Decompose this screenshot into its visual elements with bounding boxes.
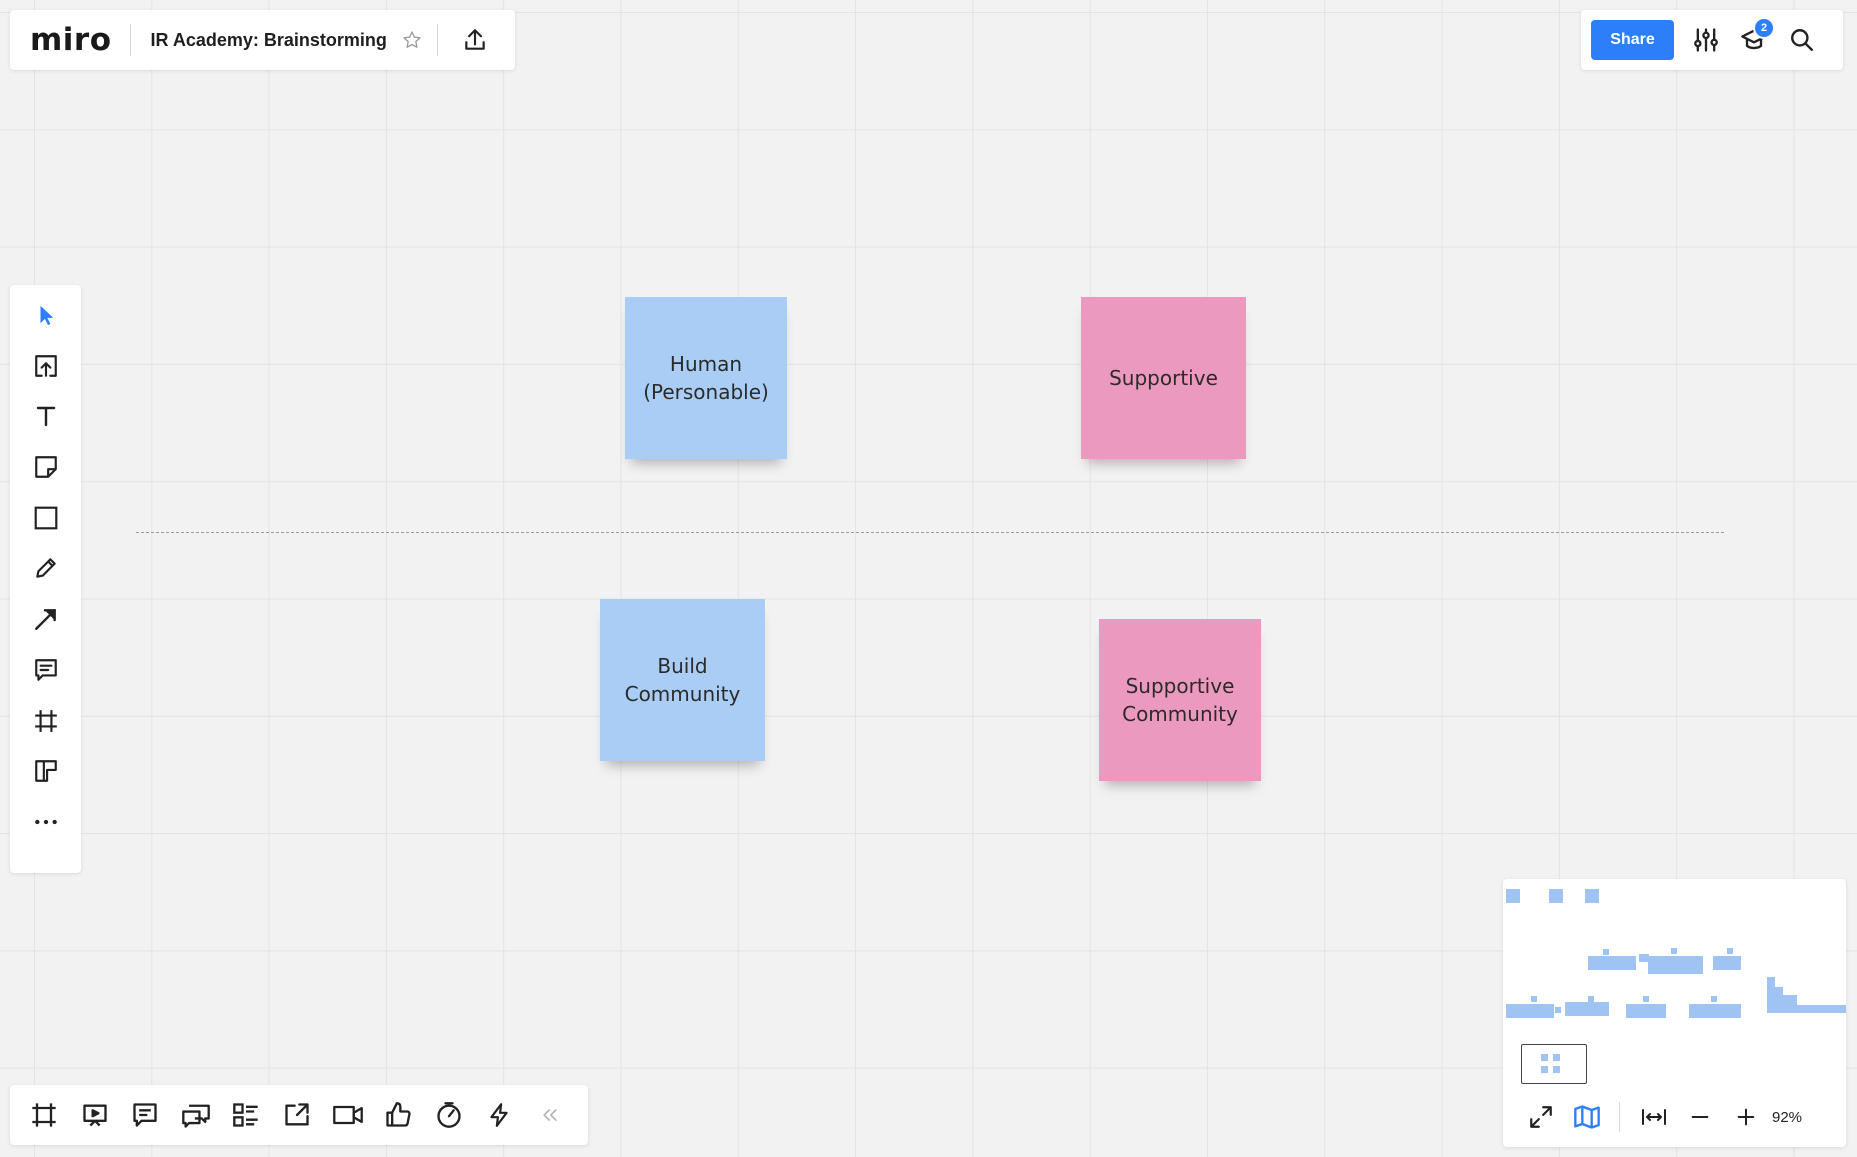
- collaboration-toolbar: [10, 1085, 588, 1145]
- sticky-note[interactable]: Supportive: [1081, 297, 1246, 459]
- frames-icon[interactable]: [24, 1095, 64, 1135]
- dashed-divider-line[interactable]: [136, 532, 1724, 533]
- map-icon[interactable]: [1569, 1099, 1605, 1135]
- sticky-note[interactable]: Build Community: [600, 599, 765, 761]
- presentation-icon[interactable]: [75, 1095, 115, 1135]
- star-icon[interactable]: [401, 29, 423, 51]
- upload-icon[interactable]: [24, 344, 68, 388]
- sticky-text: Human (Personable): [643, 352, 769, 404]
- export-icon[interactable]: [460, 25, 490, 55]
- text-icon[interactable]: [24, 394, 68, 438]
- sticky-note[interactable]: Supportive Community: [1099, 619, 1261, 781]
- voting-icon[interactable]: [378, 1095, 418, 1135]
- sticky-note-icon[interactable]: [24, 445, 68, 489]
- zoom-in-icon[interactable]: [1728, 1099, 1764, 1135]
- zoom-level[interactable]: 92%: [1772, 1109, 1802, 1126]
- viewport-indicator[interactable]: [1521, 1044, 1587, 1084]
- miro-logo[interactable]: miro: [30, 22, 112, 58]
- cards-icon[interactable]: [226, 1095, 266, 1135]
- more-dots-icon[interactable]: [24, 800, 68, 844]
- learning-center-icon[interactable]: 2: [1737, 17, 1775, 57]
- share-screen-icon[interactable]: [277, 1095, 317, 1135]
- divider: [129, 24, 131, 56]
- lightning-icon[interactable]: [479, 1095, 519, 1135]
- search-icon[interactable]: [1785, 23, 1819, 57]
- chat-icon[interactable]: [176, 1095, 216, 1135]
- minimap-panel: 92%: [1503, 879, 1846, 1147]
- arrow-icon[interactable]: [24, 597, 68, 641]
- fullscreen-icon[interactable]: [1523, 1099, 1559, 1135]
- divider: [436, 24, 438, 56]
- templates-icon[interactable]: [24, 749, 68, 793]
- top-right-panel: Share 2: [1581, 10, 1843, 70]
- divider: [1619, 1102, 1620, 1132]
- comments-icon[interactable]: [125, 1095, 165, 1135]
- sticky-text: Supportive Community: [1122, 674, 1238, 726]
- creation-toolbar: [10, 285, 81, 873]
- zoom-controls: 92%: [1503, 1087, 1846, 1147]
- sticky-note[interactable]: Human (Personable): [625, 297, 787, 459]
- board-title[interactable]: IR Academy: Brainstorming: [151, 30, 387, 51]
- minimap[interactable]: [1503, 879, 1846, 1084]
- fit-to-screen-icon[interactable]: [1636, 1099, 1672, 1135]
- sticky-text: Supportive: [1109, 366, 1218, 390]
- settings-sliders-icon[interactable]: [1689, 23, 1723, 57]
- pen-icon[interactable]: [24, 546, 68, 590]
- notification-badge: 2: [1753, 17, 1775, 39]
- share-button[interactable]: Share: [1591, 20, 1674, 60]
- video-call-icon[interactable]: [328, 1095, 368, 1135]
- frame-icon[interactable]: [24, 699, 68, 743]
- cursor-arrow-icon[interactable]: [24, 293, 68, 337]
- collapse-icon[interactable]: [530, 1095, 570, 1135]
- board-header: miro IR Academy: Brainstorming: [10, 10, 515, 70]
- timer-icon[interactable]: [429, 1095, 469, 1135]
- zoom-out-icon[interactable]: [1682, 1099, 1718, 1135]
- comment-icon[interactable]: [24, 648, 68, 692]
- sticky-text: Build Community: [624, 654, 741, 706]
- square-icon[interactable]: [24, 496, 68, 540]
